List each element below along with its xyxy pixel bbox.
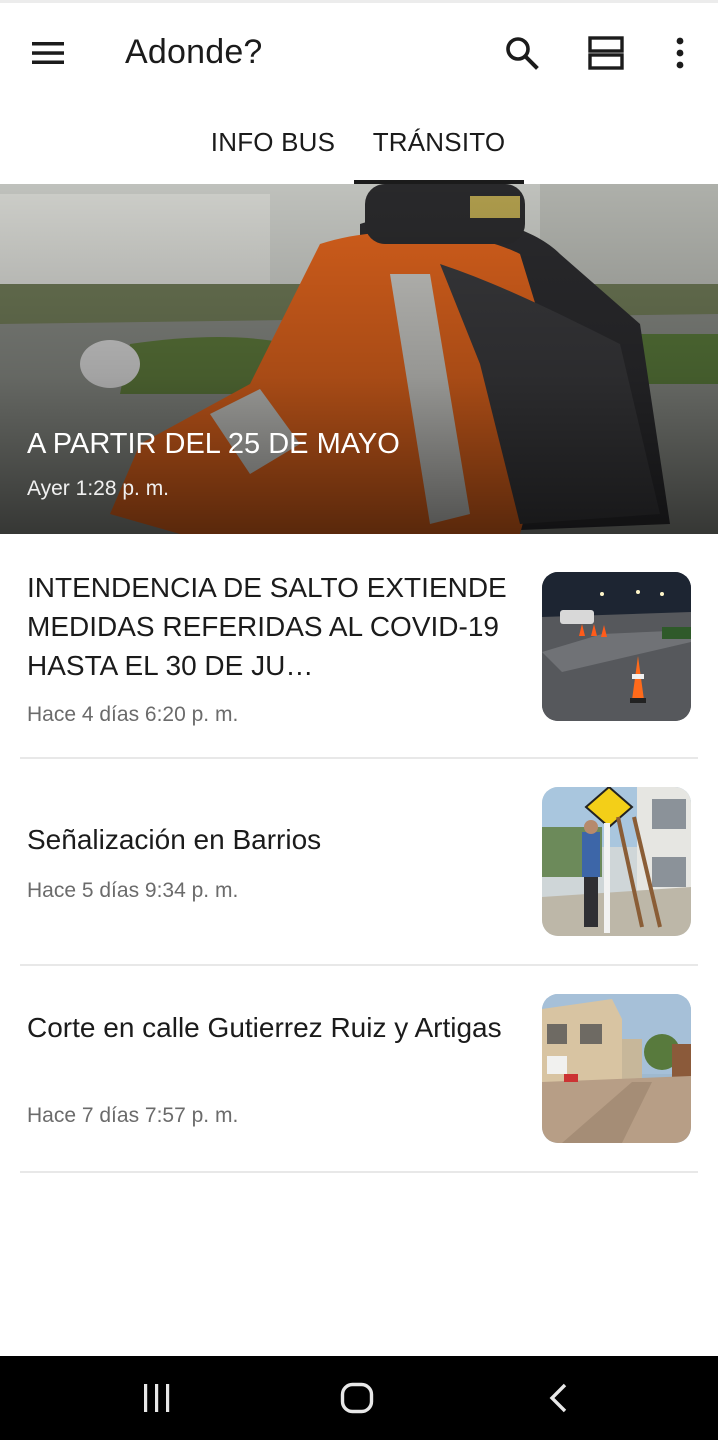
- featured-news-time: Ayer 1:28 p. m.: [27, 477, 170, 500]
- view-layout-icon: [588, 36, 624, 70]
- tab-bar: INFO BUS TRÁNSITO: [0, 100, 718, 184]
- home-button[interactable]: [322, 1368, 392, 1428]
- news-thumbnail: [542, 572, 691, 721]
- back-button[interactable]: [524, 1368, 594, 1428]
- featured-news-card[interactable]: A PARTIR DEL 25 DE MAYO Ayer 1:28 p. m.: [0, 184, 718, 534]
- news-item[interactable]: Corte en calle Gutierrez Ruiz y Artigas …: [0, 966, 718, 1172]
- recent-apps-icon: [144, 1384, 170, 1412]
- layout-toggle-button[interactable]: [578, 25, 634, 81]
- news-time: Hace 7 días 7:57 p. m.: [27, 1104, 239, 1127]
- app-bar: Adonde?: [0, 3, 718, 99]
- news-title: Señalización en Barrios: [27, 824, 322, 855]
- home-icon: [340, 1382, 374, 1414]
- tab-info-bus[interactable]: INFO BUS: [200, 100, 346, 184]
- app-title: Adonde?: [125, 33, 263, 71]
- more-options-button[interactable]: [652, 25, 708, 81]
- recent-apps-button[interactable]: [122, 1368, 192, 1428]
- search-button[interactable]: [494, 25, 550, 81]
- news-time: Hace 4 días 6:20 p. m.: [27, 703, 239, 726]
- news-title: INTENDENCIA DE SALTO EXTIENDE MEDIDAS RE…: [27, 572, 507, 681]
- news-thumbnail: [542, 994, 691, 1143]
- news-thumbnail: [542, 787, 691, 936]
- search-icon: [506, 37, 539, 70]
- more-vertical-icon: [676, 37, 684, 69]
- tab-transito[interactable]: TRÁNSITO: [354, 100, 524, 184]
- system-navigation-bar: [0, 1356, 718, 1440]
- news-time: Hace 5 días 9:34 p. m.: [27, 879, 239, 902]
- list-divider: [20, 1171, 698, 1173]
- back-icon: [549, 1383, 567, 1413]
- menu-button[interactable]: [20, 25, 76, 81]
- news-title: Corte en calle Gutierrez Ruiz y Artigas: [27, 1012, 502, 1043]
- featured-news-title: A PARTIR DEL 25 DE MAYO: [27, 428, 400, 460]
- news-item[interactable]: Señalización en Barrios Hace 5 días 9:34…: [0, 759, 718, 965]
- hamburger-menu-icon: [32, 42, 64, 64]
- news-item[interactable]: INTENDENCIA DE SALTO EXTIENDE MEDIDAS RE…: [0, 534, 718, 758]
